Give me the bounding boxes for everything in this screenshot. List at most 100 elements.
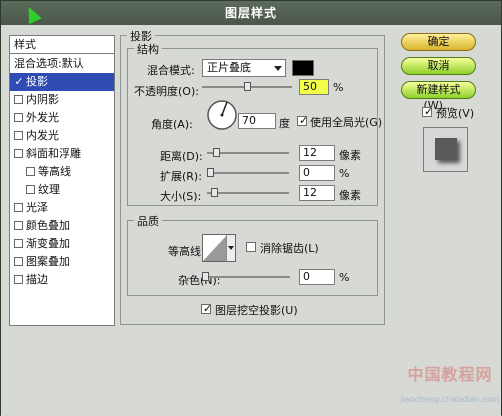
styles-item-checkbox[interactable] [14,274,23,284]
angle-dial-icon [207,100,237,130]
contour-picker[interactable] [202,234,236,262]
antialias-checkbox[interactable] [246,242,256,252]
styles-item-contour[interactable]: 等高线 [10,163,114,181]
antialias-label: 消除锯齿(L) [260,242,319,255]
styles-item-pattern-overlay[interactable]: 图案叠加 [10,253,114,271]
spread-slider-thumb[interactable] [207,168,214,177]
title-bar[interactable]: 图层样式 [1,1,501,26]
structure-title: 结构 [134,41,162,57]
layer-knocks-out-label: 图层挖空投影(U) [215,304,298,317]
distance-slider[interactable] [207,145,289,161]
styles-item-checkbox[interactable] [14,148,23,158]
styles-item-gradient-overlay[interactable]: 渐变叠加 [10,235,114,253]
noise-unit: % [339,271,350,284]
styles-item-bevel-emboss[interactable]: 斜面和浮雕 [10,145,114,163]
styles-item-inner-glow[interactable]: 内发光 [10,127,114,145]
styles-item-label: 内发光 [26,129,59,142]
checkmark-icon[interactable]: ✓ [14,73,24,91]
preview-checkbox[interactable]: ✓ [422,105,434,118]
layer-knocks-out-checkbox[interactable]: ✓ [201,302,212,315]
styles-item-label: 渐变叠加 [26,237,70,250]
styles-item-stroke[interactable]: 描边 [10,271,114,289]
styles-item-outer-glow[interactable]: 外发光 [10,109,114,127]
size-input[interactable]: 12 [299,185,335,201]
checkmark-icon: ✓ [299,114,309,127]
use-global-light-label: 使用全局光(G) [310,116,383,129]
styles-item-label: 图案叠加 [26,255,70,268]
distance-label: 距离(D): [160,150,203,163]
angle-label: 角度(A): [151,118,193,131]
preview-square [435,138,457,160]
chevron-down-icon [228,246,234,250]
drop-shadow-group: 投影 结构 混合模式: 正片叠底 不透明度(O): 50 % 角度(A): 70… [120,28,385,325]
opacity-unit: % [333,81,344,94]
styles-item-checkbox[interactable] [14,256,23,266]
styles-item-checkbox[interactable] [14,202,23,212]
angle-input[interactable]: 70 [238,113,276,129]
noise-input[interactable]: 0 [299,269,335,285]
angle-dial[interactable] [206,99,238,131]
noise-slider-thumb[interactable] [202,272,209,281]
watermark-top: 中国教程网 [407,365,493,384]
preview-label: 预览(V) [436,107,475,120]
layer-style-dialog: 图层样式 样式 混合选项:默认 ✓ 投影 内阴影 外发光 内发光 斜面和浮雕 等… [0,0,502,416]
watermark: 中国教程网 jiaocheng.chazidian.com [395,357,502,416]
styles-item-checkbox[interactable] [14,220,23,230]
styles-list: 样式 混合选项:默认 ✓ 投影 内阴影 外发光 内发光 斜面和浮雕 等高线 纹理… [9,35,115,326]
size-label: 大小(S): [160,190,202,203]
spread-slider[interactable] [207,165,289,181]
styles-item-color-overlay[interactable]: 颜色叠加 [10,217,114,235]
preview-thumbnail [423,127,468,172]
use-global-light-checkbox[interactable]: ✓ [297,114,309,127]
styles-item-checkbox[interactable] [14,238,23,248]
distance-input[interactable]: 12 [299,145,335,161]
styles-item-drop-shadow[interactable]: ✓ 投影 [10,73,114,91]
styles-item-blending-options[interactable]: 混合选项:默认 [10,55,114,73]
styles-item-inner-shadow[interactable]: 内阴影 [10,91,114,109]
styles-item-label: 内阴影 [26,93,59,106]
quality-title: 品质 [134,213,162,229]
ok-button[interactable]: 确定 [401,33,476,51]
noise-slider[interactable] [202,269,290,285]
opacity-label: 不透明度(O): [134,85,199,98]
styles-item-label: 等高线 [38,165,71,178]
spread-input[interactable]: 0 [299,165,335,181]
dialog-title: 图层样式 [224,6,277,20]
checkmark-icon: ✓ [424,105,434,118]
styles-item-label: 颜色叠加 [26,219,70,232]
distance-unit: 像素 [339,149,361,162]
styles-item-checkbox[interactable] [14,112,23,122]
size-slider-track [207,192,289,194]
styles-item-label: 外发光 [26,111,59,124]
size-unit: 像素 [339,189,361,202]
contour-dropdown[interactable] [226,235,235,261]
styles-item-satin[interactable]: 光泽 [10,199,114,217]
styles-item-checkbox[interactable] [14,130,23,140]
styles-item-texture[interactable]: 纹理 [10,181,114,199]
new-style-button[interactable]: 新建样式(W)... [401,81,476,112]
contour-label: 等高线: [168,245,205,258]
styles-item-checkbox[interactable] [26,184,35,194]
angle-unit: 度 [279,117,290,130]
styles-item-checkbox[interactable] [14,94,23,104]
distance-slider-thumb[interactable] [213,148,220,157]
blend-mode-value: 正片叠底 [207,61,251,74]
opacity-slider-thumb[interactable] [244,82,251,91]
size-slider-thumb[interactable] [211,188,218,197]
styles-item-checkbox[interactable] [26,166,35,176]
shadow-color-swatch[interactable] [292,60,314,76]
styles-list-header: 样式 [10,36,114,54]
spread-slider-track [207,172,289,174]
opacity-slider[interactable] [202,79,292,95]
contour-curve-icon [203,235,227,261]
styles-item-label: 纹理 [38,183,60,196]
styles-item-label: 光泽 [26,201,48,214]
opacity-input[interactable]: 50 [299,79,329,95]
cancel-button[interactable]: 取消 [401,57,476,75]
size-slider[interactable] [207,185,289,201]
noise-slider-track [202,276,290,278]
blend-mode-select[interactable]: 正片叠底 [202,59,286,77]
spread-label: 扩展(R): [160,170,202,183]
styles-item-label: 投影 [26,75,48,88]
styles-item-label: 描边 [26,273,48,286]
